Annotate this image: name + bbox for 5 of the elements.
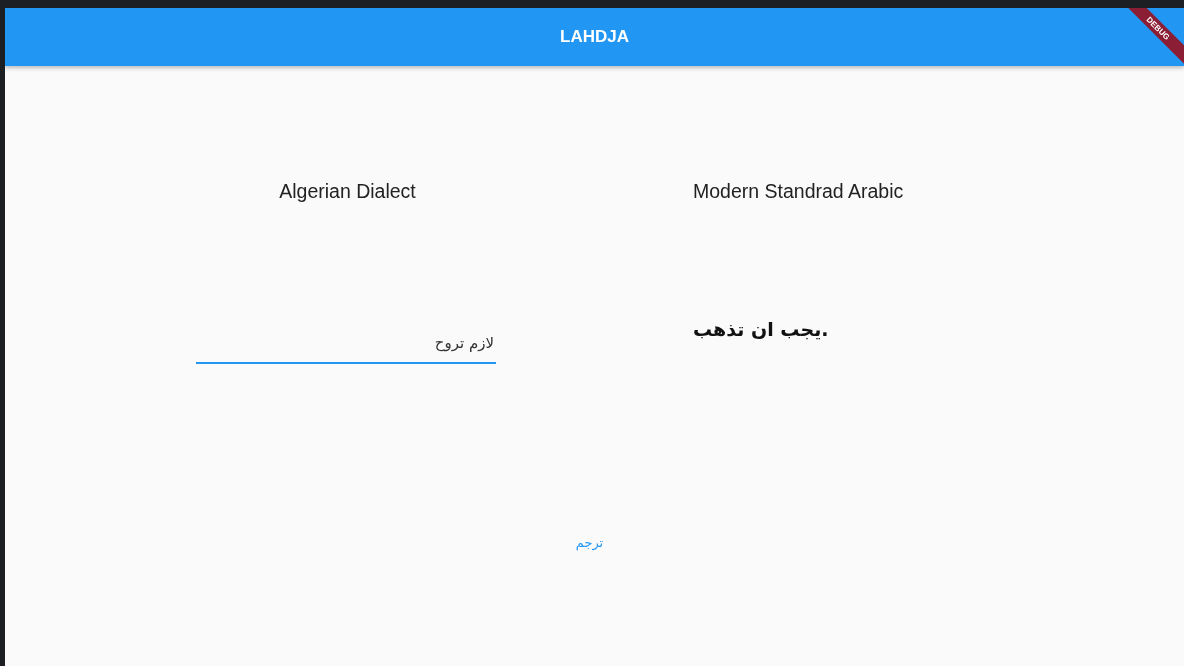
column-heading: Modern Standrad Arabic [693,179,904,203]
column-heading: Algerian Dialect [279,179,416,203]
translation-text: يجب ان تذهب. [693,318,829,340]
input-field[interactable]: لازم تروح [196,328,496,364]
app-title: LAHDJA [560,27,629,47]
